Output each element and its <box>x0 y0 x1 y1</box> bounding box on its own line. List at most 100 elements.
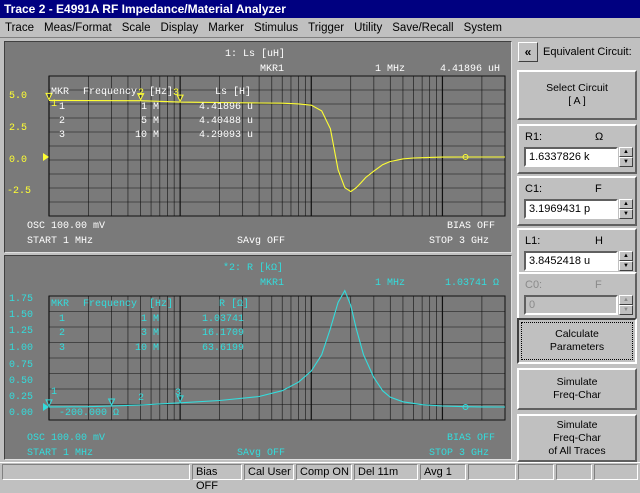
simulate-all-label-1: Simulate <box>556 418 598 431</box>
trace2-osc: OSC 100.00 mV <box>27 433 105 444</box>
select-circuit-button[interactable]: Select Circuit [ A ] <box>517 70 637 120</box>
table-cell: 16.1709 <box>202 328 244 339</box>
table-cell: 1 M <box>141 314 159 325</box>
status-slot <box>468 464 516 480</box>
menu-utility[interactable]: Utility <box>349 22 387 34</box>
trace1-bias: BIAS OFF <box>447 221 495 232</box>
param-r1: R1: Ω 1.6337826 k ▲ ▼ <box>517 124 637 174</box>
calculate-parameters-button[interactable]: Calculate Parameters <box>517 318 637 364</box>
trace2-header: *2: R [kΩ] <box>223 262 283 274</box>
back-button[interactable]: « <box>518 42 538 62</box>
menu-scale[interactable]: Scale <box>117 22 156 34</box>
r1-spin-down-icon[interactable]: ▼ <box>619 157 633 167</box>
status-message <box>2 464 190 480</box>
status-cal: Cal User <box>244 464 294 480</box>
table-cell: 10 M <box>135 343 159 354</box>
param-c1: C1: F 3.1969431 p ▲ ▼ <box>517 176 637 226</box>
trace1-marker-label: MKR1 <box>260 64 284 75</box>
simulate-label-1: Simulate <box>556 376 598 388</box>
trace1-marker-freq: 1 MHz <box>375 64 405 75</box>
status-comp: Comp ON <box>296 464 352 480</box>
marker-tag: 2 <box>138 88 144 99</box>
table-cell: 4.40488 u <box>199 116 253 127</box>
menu-meas-format[interactable]: Meas/Format <box>39 22 117 34</box>
trace2-stop: STOP 3 GHz <box>429 448 489 459</box>
marker-tag: 1 <box>51 99 57 110</box>
window-title: Trace 2 - E4991A RF Impedance/Material A… <box>0 0 640 18</box>
param-c0-label: C0: <box>525 279 543 291</box>
status-avg: Avg 1 <box>420 464 466 480</box>
r1-input[interactable]: 1.6337826 k <box>524 147 618 167</box>
table-cell: 3 M <box>141 328 159 339</box>
trace2-panel[interactable]: *2: R [kΩ] MKR 1 1 MHz 1.03741 Ω OSC 100.… <box>4 255 512 460</box>
trace2-plot[interactable]: *2: R [kΩ] MKR 1 1 MHz 1.03741 Ω OSC 100.… <box>5 256 511 459</box>
l1-spin-down-icon[interactable]: ▼ <box>619 261 633 271</box>
menu-save-recall[interactable]: Save/Recall <box>387 22 458 34</box>
table-cell: 2 <box>59 328 65 339</box>
menu-trigger[interactable]: Trigger <box>303 22 349 34</box>
c0-spin-down-icon: ▼ <box>619 305 633 315</box>
table-cell: 1 <box>59 314 65 325</box>
table-header: MKR <box>51 299 69 310</box>
table-cell: 2 <box>59 116 65 127</box>
status-delay: Del 11m <box>354 464 418 480</box>
param-c0-unit: F <box>595 279 602 291</box>
table-cell: 3 <box>59 343 65 354</box>
panel-title: Equivalent Circuit: <box>543 46 632 58</box>
marker-tag: 2 <box>138 393 144 404</box>
param-l1-unit: H <box>595 235 603 247</box>
menu-display[interactable]: Display <box>156 22 204 34</box>
trace1-osc: OSC 100.00 mV <box>27 221 105 232</box>
trace2-grid <box>48 295 506 421</box>
menu-stimulus[interactable]: Stimulus <box>249 22 303 34</box>
status-slot <box>594 464 638 480</box>
table-header: MKR <box>51 87 69 98</box>
table-header: Frequency <box>83 87 137 98</box>
trace2-savg: SAvg OFF <box>237 448 285 459</box>
trace1-ytick: 2.5 <box>9 123 27 134</box>
table-cell: 1 M <box>141 102 159 113</box>
menu-marker[interactable]: Marker <box>203 22 249 34</box>
trace1-plot[interactable]: 1: Ls [uH] MKR1 1 MHz 4.41896 uH OSC 100… <box>5 42 511 252</box>
table-cell: 10 M <box>135 130 159 141</box>
marker-tag: 3 <box>175 388 181 399</box>
table-cell: 5 M <box>141 116 159 127</box>
menu-system[interactable]: System <box>459 22 507 34</box>
calculate-label-2: Parameters <box>549 341 605 353</box>
simulate-all-label-3: of All Traces <box>548 444 606 457</box>
table-header: [Hz] <box>149 86 173 98</box>
c1-input[interactable]: 3.1969431 p <box>524 199 618 219</box>
trace2-ytick: 1.00 <box>9 343 33 354</box>
trace2-marker-freq: 1 MHz <box>375 278 405 289</box>
l1-spin-up-icon[interactable]: ▲ <box>619 251 633 261</box>
trace2-start: START 1 MHz <box>27 448 93 459</box>
status-slot <box>556 464 592 480</box>
panel-header: « Equivalent Circuit: <box>515 38 640 66</box>
param-r1-label: R1: <box>525 131 543 143</box>
menu-trace[interactable]: Trace <box>0 22 39 34</box>
table-header: Frequency <box>83 299 137 310</box>
c1-spin-up-icon[interactable]: ▲ <box>619 199 633 209</box>
trace2-bottom-ref: -200.000 Ω <box>59 408 119 419</box>
trace1-ytick: 5.0 <box>9 91 27 102</box>
trace1-ytick: 0.0 <box>9 155 27 166</box>
trace2-marker-value: 1.03741 Ω <box>445 278 499 289</box>
table-cell: 4.29093 u <box>199 130 253 141</box>
trace2-ytick: 0.50 <box>9 376 33 387</box>
simulate-freq-char-button[interactable]: Simulate Freq-Char <box>517 368 637 410</box>
marker-tag: 3 <box>173 88 179 99</box>
l1-input[interactable]: 3.8452418 u <box>524 251 618 271</box>
c1-spin-down-icon[interactable]: ▼ <box>619 209 633 219</box>
simulate-all-traces-button[interactable]: Simulate Freq-Char of All Traces <box>517 414 637 462</box>
table-header: Ls [H] <box>215 86 251 98</box>
param-c1-unit: F <box>595 183 602 195</box>
simulate-label-2: Freq-Char <box>553 389 601 401</box>
trace1-stop: STOP 3 GHz <box>429 236 489 247</box>
simulate-all-label-2: Freq-Char <box>553 431 601 444</box>
trace2-ytick: 0.25 <box>9 392 33 403</box>
marker-tag: 1 <box>51 387 57 398</box>
table-cell: 1 <box>59 102 65 113</box>
r1-spin-up-icon[interactable]: ▲ <box>619 147 633 157</box>
trace1-panel[interactable]: 1: Ls [uH] MKR1 1 MHz 4.41896 uH OSC 100… <box>4 41 512 253</box>
trace2-bias: BIAS OFF <box>447 433 495 444</box>
